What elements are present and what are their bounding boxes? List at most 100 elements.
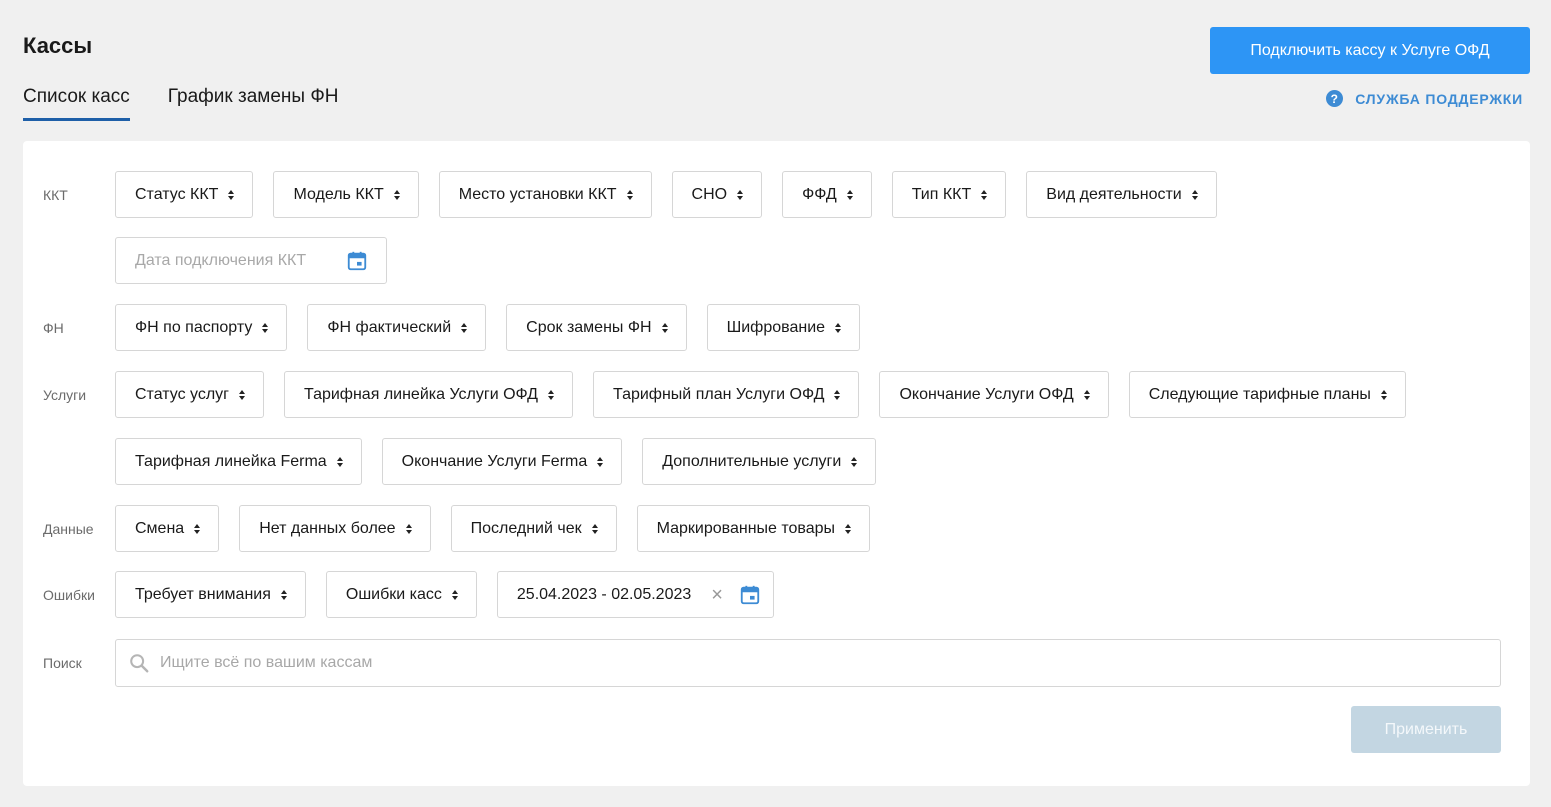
sort-arrows-icon xyxy=(835,322,842,333)
filter-chip-label: Тарифный план Услуги ОФД xyxy=(613,385,825,403)
support-label: СЛУЖБА ПОДДЕРЖКИ xyxy=(1355,90,1523,107)
search-box xyxy=(115,639,1501,687)
filter-chip-label: Статус услуг xyxy=(135,385,230,403)
kkt-filter-2[interactable]: Модель ККТ xyxy=(273,171,419,218)
fn-filter-4[interactable]: Шифрование xyxy=(706,304,861,351)
services-filter-4[interactable]: Окончание Услуги ОФД xyxy=(879,371,1109,418)
kkt-filter-3[interactable]: Место установки ККТ xyxy=(438,171,652,218)
sort-arrows-icon xyxy=(393,189,400,200)
filter-chip-label: Окончание Услуги Ferma xyxy=(401,452,588,470)
sort-arrows-icon xyxy=(846,189,853,200)
sort-arrows-icon xyxy=(845,523,852,534)
sort-arrows-icon xyxy=(461,322,468,333)
support-link[interactable]: ? СЛУЖБА ПОДДЕРЖКИ xyxy=(1326,90,1523,107)
filter-chip-label: Следующие тарифные планы xyxy=(1148,385,1371,403)
sort-arrows-icon xyxy=(597,456,604,467)
services-extra-filter-3[interactable]: Дополнительные услуги xyxy=(642,438,877,485)
date-placeholder: Дата подключения ККТ xyxy=(135,251,307,269)
filter-label-services: Услуги xyxy=(43,387,87,403)
calendar-icon[interactable] xyxy=(739,583,761,607)
kkt-filter-1[interactable]: Статус ККТ xyxy=(115,171,254,218)
sort-arrows-icon xyxy=(239,389,246,400)
filter-chip-label: Требует внимания xyxy=(135,585,271,603)
filter-chip-label: Ошибки касс xyxy=(345,585,442,603)
tab-fn-replacement-schedule[interactable]: График замены ФН xyxy=(168,86,339,121)
data-filter-1[interactable]: Смена xyxy=(115,505,220,552)
search-input[interactable] xyxy=(160,654,1500,672)
services-chips-row1: Статус услуг Тарифная линейка Услуги ОФД Т… xyxy=(115,371,1406,418)
filter-chip-label: Тип ККТ xyxy=(911,185,972,203)
tabs: Список касс График замены ФН xyxy=(23,86,339,121)
filter-chip-label: ФФД xyxy=(802,185,837,203)
kkt-filter-4[interactable]: СНО xyxy=(671,171,763,218)
filter-chip-label: Тарифная линейка Ferma xyxy=(135,452,327,470)
sort-arrows-icon xyxy=(1083,389,1090,400)
sort-arrows-icon xyxy=(851,456,858,467)
filter-chip-label: Смена xyxy=(135,519,185,537)
filter-label-kkt: ККТ xyxy=(43,187,68,203)
filters-panel: ККТ Статус ККТ Модель ККТ Место установки … xyxy=(23,141,1530,786)
close-icon[interactable]: × xyxy=(711,585,723,605)
sort-arrows-icon xyxy=(661,322,668,333)
filter-chip-label: Место установки ККТ xyxy=(458,185,617,203)
filter-chip-label: Окончание Услуги ОФД xyxy=(899,385,1074,403)
services-filter-2[interactable]: Тарифная линейка Услуги ОФД xyxy=(284,371,574,418)
data-chips: Смена Нет данных более Последний чек Маркир… xyxy=(115,505,871,552)
filter-chip-label: Вид деятельности xyxy=(1046,185,1182,203)
services-chips-row2: Тарифная линейка Ferma Окончание Услуги F… xyxy=(115,438,877,485)
sort-arrows-icon xyxy=(336,456,343,467)
filter-chip-label: Шифрование xyxy=(726,318,826,336)
services-filter-1[interactable]: Статус услуг xyxy=(115,371,265,418)
help-circle-icon: ? xyxy=(1326,90,1344,107)
sort-arrows-icon xyxy=(280,589,287,600)
kkt-filter-7[interactable]: Вид деятельности xyxy=(1026,171,1217,218)
data-filter-4[interactable]: Маркированные товары xyxy=(636,505,871,552)
fn-filter-3[interactable]: Срок замены ФН xyxy=(506,304,687,351)
filter-chip-label: Дополнительные услуги xyxy=(662,452,842,470)
filter-chip-label: Статус ККТ xyxy=(135,185,219,203)
data-filter-3[interactable]: Последний чек xyxy=(450,505,617,552)
services-extra-filter-1[interactable]: Тарифная линейка Ferma xyxy=(115,438,362,485)
kkt-filter-5[interactable]: ФФД xyxy=(782,171,872,218)
kkt-connection-date-picker[interactable]: Дата подключения ККТ xyxy=(115,237,387,284)
errors-filter-2[interactable]: Ошибки касс xyxy=(325,571,477,618)
sort-arrows-icon xyxy=(405,523,412,534)
sort-arrows-icon xyxy=(591,523,598,534)
tab-cashbox-list[interactable]: Список касс xyxy=(23,86,130,121)
filter-label-fn: ФН xyxy=(43,320,64,336)
errors-date-range-picker[interactable]: 25.04.2023 - 02.05.2023 × xyxy=(496,571,774,618)
sort-arrows-icon xyxy=(626,189,633,200)
search-icon xyxy=(130,654,149,673)
apply-button[interactable]: Применить xyxy=(1351,706,1501,753)
filter-label-errors: Ошибки xyxy=(43,587,95,603)
filter-chip-label: СНО xyxy=(691,185,728,203)
services-filter-5[interactable]: Следующие тарифные планы xyxy=(1128,371,1406,418)
sort-arrows-icon xyxy=(228,189,235,200)
kkt-date-chips: Дата подключения ККТ xyxy=(115,237,387,284)
sort-arrows-icon xyxy=(548,389,555,400)
filter-chip-label: Маркированные товары xyxy=(656,519,836,537)
filter-chip-label: Нет данных более xyxy=(259,519,396,537)
kkt-chips: Статус ККТ Модель ККТ Место установки ККТ С… xyxy=(115,171,1217,218)
page-title: Кассы xyxy=(23,33,93,58)
services-filter-3[interactable]: Тарифный план Услуги ОФД xyxy=(593,371,860,418)
errors-filter-1[interactable]: Требует внимания xyxy=(115,571,306,618)
sort-arrows-icon xyxy=(737,189,744,200)
fn-filter-1[interactable]: ФН по паспорту xyxy=(115,304,288,351)
sort-arrows-icon xyxy=(1191,189,1198,200)
services-extra-filter-2[interactable]: Окончание Услуги Ferma xyxy=(381,438,623,485)
errors-chips: Требует внимания Ошибки касс 25.04.2023 -… xyxy=(115,571,774,618)
date-range-actions: × xyxy=(709,583,761,607)
calendar-icon[interactable] xyxy=(346,249,368,273)
connect-cashbox-button[interactable]: Подключить кассу к Услуге ОФД xyxy=(1210,27,1530,74)
sort-arrows-icon xyxy=(451,589,458,600)
sort-arrows-icon xyxy=(194,523,201,534)
data-filter-2[interactable]: Нет данных более xyxy=(239,505,431,552)
date-range-value: 25.04.2023 - 02.05.2023 xyxy=(516,585,692,603)
filter-label-search: Поиск xyxy=(43,655,82,671)
kkt-filter-6[interactable]: Тип ККТ xyxy=(891,171,1007,218)
filter-chip-label: Срок замены ФН xyxy=(526,318,652,336)
fn-filter-2[interactable]: ФН фактический xyxy=(307,304,487,351)
fn-chips: ФН по паспорту ФН фактический Срок замены … xyxy=(115,304,861,351)
sort-arrows-icon xyxy=(262,322,269,333)
